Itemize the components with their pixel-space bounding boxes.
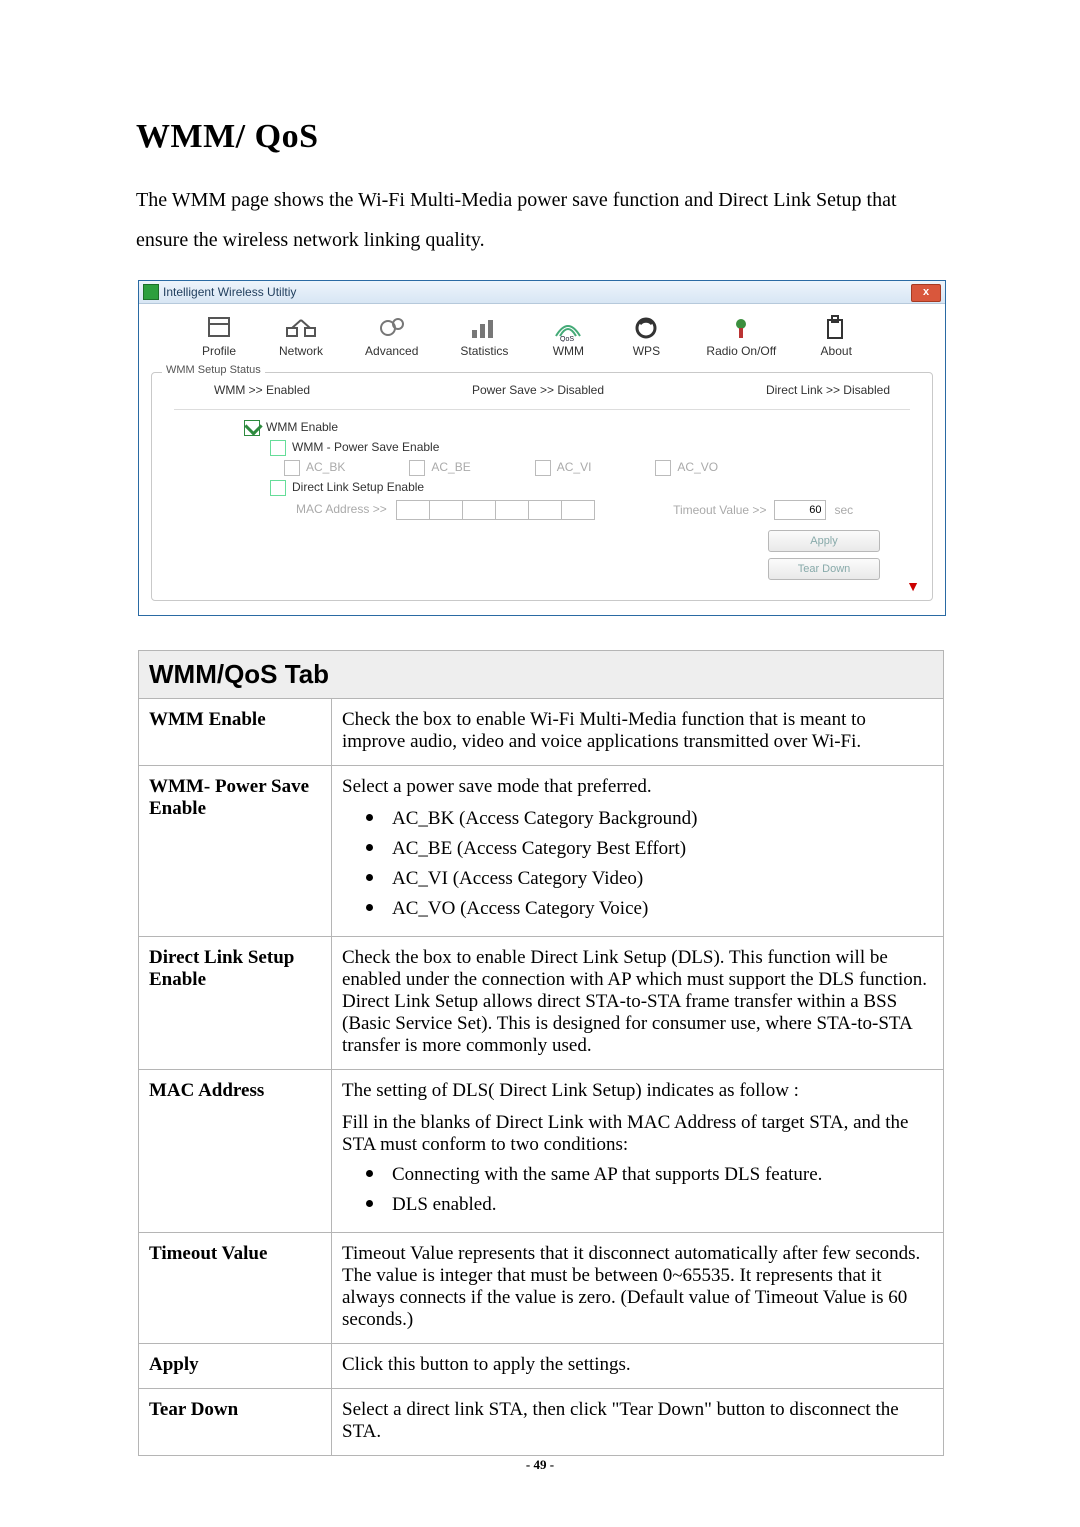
mac-address-label: MAC Address >>: [296, 502, 387, 516]
timeout-label: Timeout Value >>: [673, 503, 766, 517]
expand-arrow-icon[interactable]: ▼: [906, 580, 920, 596]
row-desc-mac: The setting of DLS( Direct Link Setup) i…: [332, 1070, 944, 1233]
row-desc-tear: Select a direct link STA, then click "Te…: [332, 1389, 944, 1456]
app-icon: [143, 284, 159, 300]
about-icon: [818, 314, 854, 342]
profile-icon: [201, 314, 237, 342]
window-title: Intelligent Wireless Utiltiy: [163, 285, 296, 299]
row-label-dls-enable: Direct Link Setup Enable: [139, 937, 332, 1070]
table-row: Timeout Value Timeout Value represents t…: [139, 1233, 944, 1344]
table-row: Apply Click this button to apply the set…: [139, 1344, 944, 1389]
list-item: AC_BK (Access Category Background): [386, 804, 933, 830]
tab-advanced-label: Advanced: [365, 344, 418, 358]
list-item: DLS enabled.: [386, 1190, 933, 1216]
row-desc-wmm-enable: Check the box to enable Wi-Fi Multi-Medi…: [332, 699, 944, 766]
wmm-setup-status-group: WMM Setup Status WMM >> Enabled Power Sa…: [151, 372, 933, 601]
mac-address-input[interactable]: [396, 500, 595, 520]
row-desc-timeout: Timeout Value represents that it disconn…: [332, 1233, 944, 1344]
power-save-enable-label: WMM - Power Save Enable: [292, 440, 439, 454]
ac-bk-checkbox[interactable]: [284, 460, 300, 476]
table-row: Tear Down Select a direct link STA, then…: [139, 1389, 944, 1456]
timeout-unit: sec: [834, 503, 853, 517]
page-number: - 49 -: [0, 1457, 1080, 1473]
group-legend: WMM Setup Status: [162, 364, 265, 376]
tab-about[interactable]: About: [818, 314, 854, 358]
table-header: WMM/QoS Tab: [139, 651, 944, 699]
table-row: WMM Enable Check the box to enable Wi-Fi…: [139, 699, 944, 766]
tab-about-label: About: [821, 344, 852, 358]
network-icon: [283, 314, 319, 342]
row-label-mac: MAC Address: [139, 1070, 332, 1233]
tab-network[interactable]: Network: [279, 314, 323, 358]
gear-icon: [374, 314, 410, 342]
wps-icon: [628, 314, 664, 342]
wmm-icon: QoS: [550, 314, 586, 342]
radio-icon: [723, 314, 759, 342]
tab-wps-label: WPS: [633, 344, 660, 358]
tab-wps[interactable]: WPS: [628, 314, 664, 358]
intro-paragraph: The WMM page shows the Wi-Fi Multi-Media…: [136, 180, 944, 260]
status-wmm: WMM >> Enabled: [214, 383, 310, 397]
apply-button[interactable]: Apply: [768, 530, 880, 552]
dls-enable-label: Direct Link Setup Enable: [292, 480, 424, 494]
row-desc-apply: Click this button to apply the settings.: [332, 1344, 944, 1389]
row-label-ps-enable: WMM- Power Save Enable: [139, 766, 332, 937]
ac-bk-label: AC_BK: [306, 460, 345, 474]
status-power-save: Power Save >> Disabled: [472, 383, 604, 397]
ps-lead: Select a power save mode that preferred.: [342, 776, 652, 797]
list-item: AC_VO (Access Category Voice): [386, 894, 933, 920]
ac-vo-checkbox[interactable]: [655, 460, 671, 476]
wmm-enable-checkbox[interactable]: [244, 420, 260, 436]
tear-down-button[interactable]: Tear Down: [768, 558, 880, 580]
row-desc-ps-enable: Select a power save mode that preferred.…: [332, 766, 944, 937]
mac-lead: The setting of DLS( Direct Link Setup) i…: [342, 1080, 933, 1102]
wmm-qos-table: WMM/QoS Tab WMM Enable Check the box to …: [138, 650, 944, 1456]
ac-be-checkbox[interactable]: [409, 460, 425, 476]
page-heading: WMM/ QoS: [136, 118, 944, 156]
table-row: WMM- Power Save Enable Select a power sa…: [139, 766, 944, 937]
row-desc-dls-enable: Check the box to enable Direct Link Setu…: [332, 937, 944, 1070]
mac-para: Fill in the blanks of Direct Link with M…: [342, 1112, 933, 1156]
dls-enable-checkbox[interactable]: [270, 480, 286, 496]
list-item: AC_VI (Access Category Video): [386, 864, 933, 890]
status-direct-link: Direct Link >> Disabled: [766, 383, 890, 397]
tab-statistics-label: Statistics: [460, 344, 508, 358]
svg-text:QoS: QoS: [560, 336, 574, 342]
ac-be-label: AC_BE: [431, 460, 470, 474]
list-item: Connecting with the same AP that support…: [386, 1160, 933, 1186]
row-label-apply: Apply: [139, 1344, 332, 1389]
tab-advanced[interactable]: Advanced: [365, 314, 418, 358]
tab-radio[interactable]: Radio On/Off: [706, 314, 776, 358]
statistics-icon: [466, 314, 502, 342]
tab-wmm-label: WMM: [553, 344, 584, 358]
timeout-value-input[interactable]: [774, 500, 826, 520]
list-item: AC_BE (Access Category Best Effort): [386, 834, 933, 860]
app-window: Intelligent Wireless Utiltiy x Profile N…: [138, 280, 946, 616]
tab-profile[interactable]: Profile: [201, 314, 237, 358]
row-label-timeout: Timeout Value: [139, 1233, 332, 1344]
tab-network-label: Network: [279, 344, 323, 358]
wmm-enable-label: WMM Enable: [266, 420, 338, 434]
tab-statistics[interactable]: Statistics: [460, 314, 508, 358]
row-label-wmm-enable: WMM Enable: [139, 699, 332, 766]
main-toolbar: Profile Network Advanced Statistics QoS …: [151, 314, 933, 368]
window-titlebar: Intelligent Wireless Utiltiy x: [139, 281, 945, 304]
tab-wmm[interactable]: QoS WMM: [550, 314, 586, 358]
table-row: Direct Link Setup Enable Check the box t…: [139, 937, 944, 1070]
table-row: MAC Address The setting of DLS( Direct L…: [139, 1070, 944, 1233]
power-save-enable-checkbox[interactable]: [270, 440, 286, 456]
close-icon[interactable]: x: [911, 284, 941, 302]
ac-vi-checkbox[interactable]: [535, 460, 551, 476]
ac-vo-label: AC_VO: [677, 460, 718, 474]
tab-profile-label: Profile: [202, 344, 236, 358]
ac-vi-label: AC_VI: [557, 460, 592, 474]
tab-radio-label: Radio On/Off: [706, 344, 776, 358]
row-label-tear: Tear Down: [139, 1389, 332, 1456]
